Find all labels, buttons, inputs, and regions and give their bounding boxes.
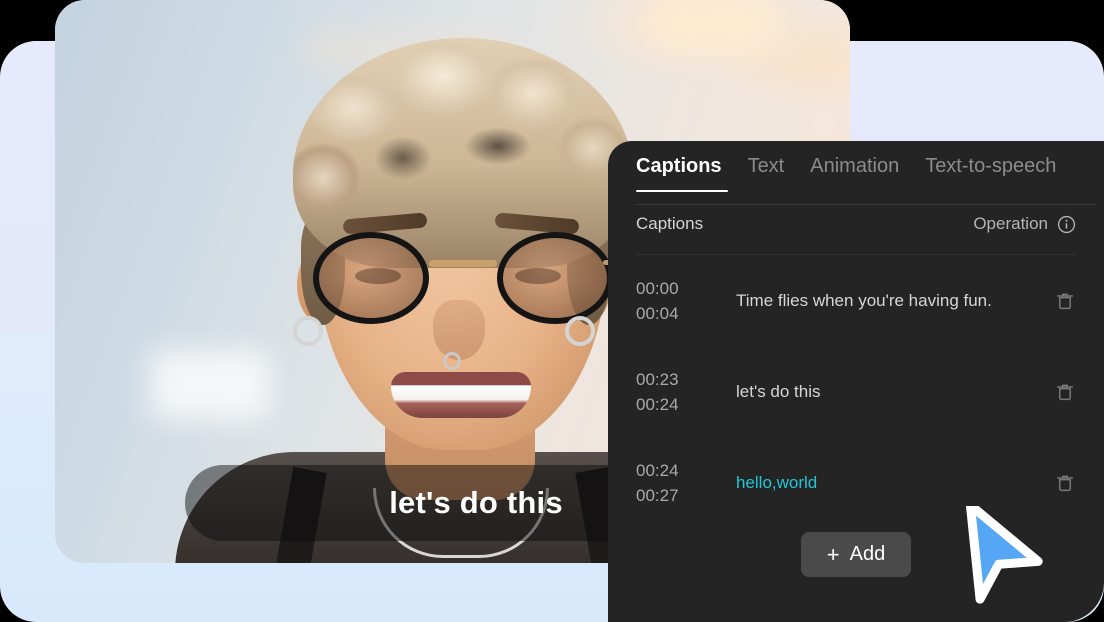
caption-text[interactable]: Time flies when you're having fun. (728, 291, 1054, 311)
person-mouth (391, 372, 531, 418)
trash-icon[interactable] (1054, 472, 1076, 494)
tab-text-to-speech[interactable]: Text-to-speech (925, 155, 1056, 192)
trash-icon[interactable] (1054, 290, 1076, 312)
caption-text[interactable]: let's do this (728, 382, 1054, 402)
captions-column-label: Captions (636, 214, 704, 233)
person-earring-right (565, 316, 595, 346)
tab-bar-divider (636, 204, 1096, 205)
tab-animation[interactable]: Animation (810, 155, 899, 192)
person-nose (433, 300, 485, 360)
operation-column-header: Operation (973, 214, 1076, 234)
background-blur-block (150, 350, 270, 420)
person-earring-left (293, 316, 323, 346)
caption-row[interactable]: 00:23 00:24 let's do this (636, 346, 1076, 437)
caption-end-time: 00:24 (636, 394, 679, 414)
caption-end-time: 00:04 (636, 303, 679, 323)
add-caption-button[interactable]: + Add (800, 532, 912, 577)
captions-list: 00:00 00:04 Time flies when you're havin… (608, 255, 1104, 528)
glasses-bridge (429, 260, 497, 267)
captions-section-header: Captions Operation (608, 192, 1104, 234)
active-tab-indicator (636, 190, 728, 192)
operation-label: Operation (973, 214, 1048, 233)
caption-start-time: 00:23 (636, 369, 679, 389)
person-nose-ring (443, 352, 461, 370)
caption-end-time: 00:27 (636, 485, 679, 505)
screenshot-root: let's do this Captions Text Animation Te… (0, 0, 1104, 622)
caption-start-time: 00:00 (636, 278, 679, 298)
tab-text[interactable]: Text (748, 155, 785, 192)
glasses-lens-left (313, 232, 429, 324)
glasses-lens-right (497, 232, 633, 324)
caption-timestamps[interactable]: 00:24 00:27 (636, 462, 728, 504)
caption-start-time: 00:24 (636, 460, 679, 480)
add-button-label: Add (849, 543, 886, 565)
caption-timestamps[interactable]: 00:23 00:24 (636, 371, 728, 413)
caption-timestamps[interactable]: 00:00 00:04 (636, 280, 728, 322)
tab-captions[interactable]: Captions (636, 155, 722, 192)
trash-icon[interactable] (1054, 381, 1076, 403)
mouse-pointer-icon (965, 506, 1043, 604)
editor-tab-bar: Captions Text Animation Text-to-speech (608, 141, 1104, 205)
info-circle-icon[interactable] (1057, 215, 1076, 234)
background-blur-block (655, 0, 775, 50)
video-caption-text: let's do this (389, 485, 563, 520)
plus-icon: + (826, 541, 840, 567)
caption-text[interactable]: hello,world (728, 473, 1054, 493)
caption-row[interactable]: 00:00 00:04 Time flies when you're havin… (636, 255, 1076, 346)
